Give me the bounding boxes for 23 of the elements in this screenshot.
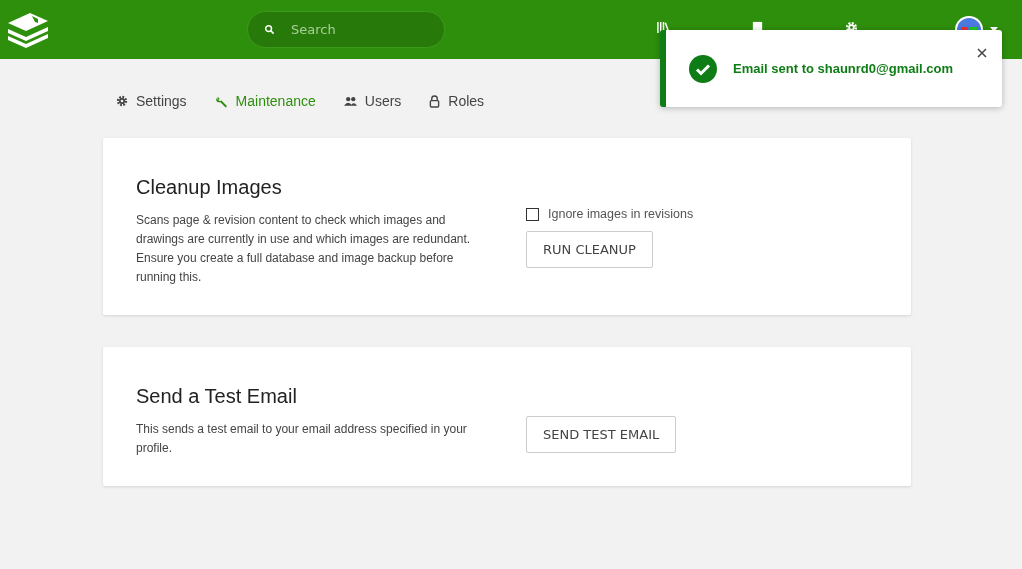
toast-message: Email sent to shaunrd0@gmail.com bbox=[733, 61, 953, 76]
checkbox-label: Ignore images in revisions bbox=[548, 207, 694, 221]
card-title: Cleanup Images bbox=[136, 176, 283, 199]
card-description: This sends a test email to your email address specified in your profile. bbox=[136, 421, 468, 457]
settings-tab[interactable]: Roles bbox=[429, 92, 485, 110]
settings-tab[interactable]: Users bbox=[343, 92, 402, 110]
search-input[interactable]: Search bbox=[289, 21, 423, 38]
card-description: Scans page & revision content to check which images and drawings are currently in use and which images are redundant. Ensure you create a full database and image backup before running this. bbox=[136, 212, 472, 286]
search-field[interactable]: Search bbox=[247, 11, 445, 48]
settings-tab[interactable]: Settings bbox=[116, 92, 187, 110]
card-title: Send a Test Email bbox=[136, 385, 298, 408]
action-button[interactable]: SEND TEST EMAIL bbox=[526, 416, 677, 453]
close-icon[interactable] bbox=[977, 48, 987, 58]
search-icon bbox=[264, 24, 275, 35]
checkbox[interactable] bbox=[526, 207, 539, 221]
users-icon bbox=[343, 96, 357, 106]
gear-icon bbox=[116, 95, 128, 107]
caret-icon[interactable] bbox=[990, 27, 998, 32]
settings-tab[interactable]: Maintenance bbox=[214, 92, 316, 110]
action-button[interactable]: RUN CLEANUP bbox=[526, 231, 653, 268]
lock-icon bbox=[429, 94, 441, 108]
check-circle-icon bbox=[689, 54, 717, 83]
logo-icon[interactable] bbox=[6, 10, 50, 49]
